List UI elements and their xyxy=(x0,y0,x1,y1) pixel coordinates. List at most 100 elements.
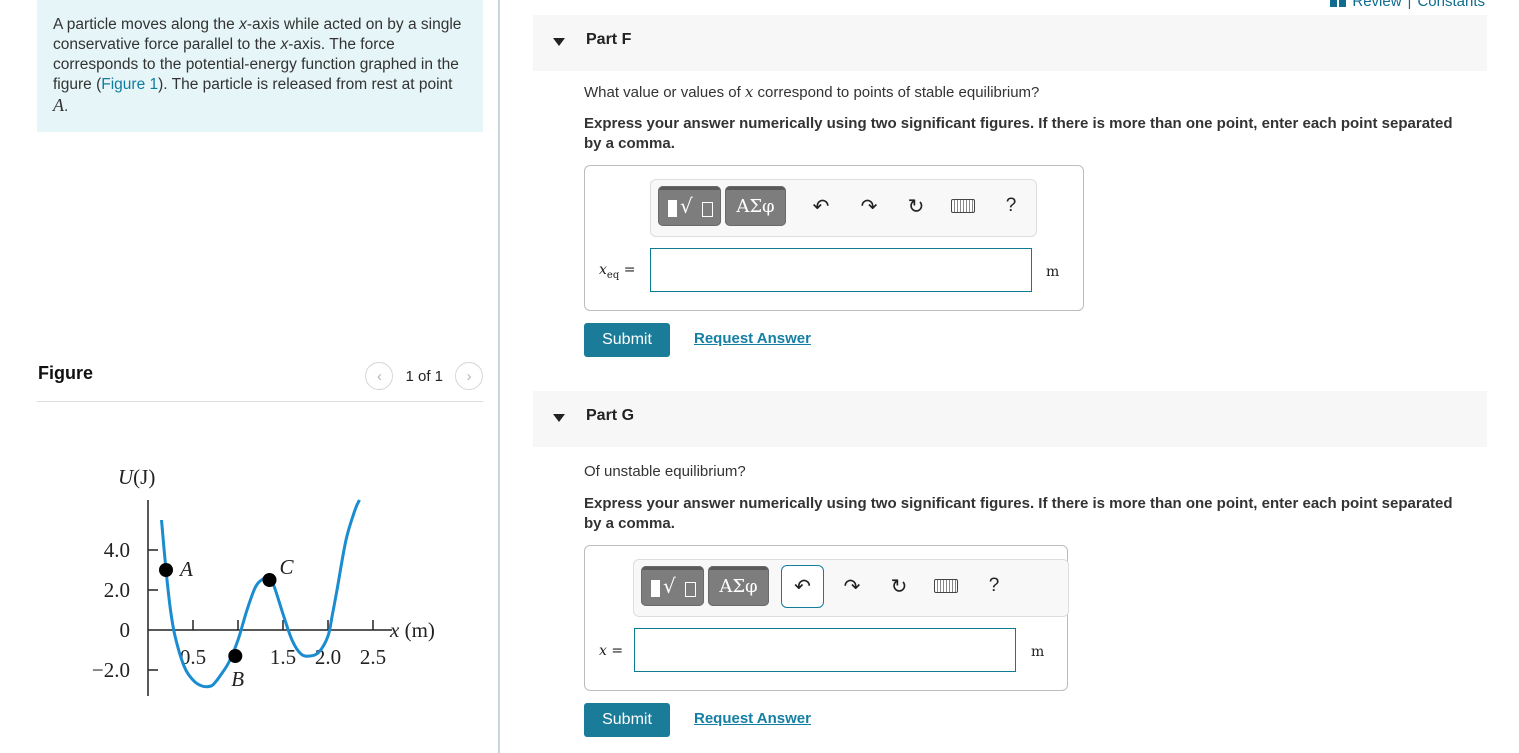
stable-equilibrium-input[interactable] xyxy=(650,248,1032,292)
potential-energy-graph: U(J) x (m) 4.02.00−2.0 0.5 1.5 2.0 2.5 ABC xyxy=(92,465,435,696)
y-tick-label: 0 xyxy=(120,618,131,642)
redo-button[interactable]: ↷ xyxy=(849,186,889,226)
left-panel: A particle moves along the x-axis while … xyxy=(0,0,498,753)
undo-button[interactable]: ↶ xyxy=(801,186,841,226)
equals-sign: = xyxy=(623,262,636,278)
y-tick-label: 2.0 xyxy=(104,578,130,602)
part-g-title: Part G xyxy=(586,407,635,424)
keyboard-icon xyxy=(934,579,958,593)
part-g-instruction: Express your answer numerically using tw… xyxy=(584,495,1453,532)
reset-icon: ↻ xyxy=(907,195,925,218)
template-box-icon xyxy=(668,200,677,217)
radical-icon: √ xyxy=(680,194,693,218)
part-g-submit-button[interactable]: Submit xyxy=(584,703,670,737)
template-box-icon xyxy=(651,580,660,597)
y-axis-label: U(J) xyxy=(118,465,155,489)
part-g-request-answer-link[interactable]: Request Answer xyxy=(694,710,811,727)
part-f-header[interactable]: Part F xyxy=(533,15,1487,71)
y-tick-label: −2.0 xyxy=(92,658,130,682)
question-text: correspond to points of stable equilibri… xyxy=(753,84,1040,101)
figure-header: Figure ‹ 1 of 1 › xyxy=(37,360,483,402)
panel-divider[interactable] xyxy=(498,0,500,753)
review-constants-links: Review | Constants xyxy=(1330,0,1485,10)
problem-intro: A particle moves along the x-axis while … xyxy=(37,0,483,132)
redo-button[interactable]: ↷ xyxy=(832,566,872,606)
point-label-b: B xyxy=(231,667,244,691)
var-subscript: eq xyxy=(606,269,620,281)
greek-label: ΑΣφ xyxy=(719,575,758,597)
part-f-question: What value or values of x correspond to … xyxy=(584,83,1039,101)
y-label-unit: (J) xyxy=(133,465,155,489)
next-figure-button[interactable]: › xyxy=(455,362,483,390)
reset-button[interactable]: ↻ xyxy=(879,566,919,606)
undo-button[interactable]: ↶ xyxy=(781,565,824,608)
chevron-left-icon: ‹ xyxy=(376,367,382,385)
x-axis-label: x (m) xyxy=(389,618,435,642)
help-icon: ? xyxy=(988,575,1000,596)
radical-icon: √ xyxy=(663,574,676,598)
collapse-triangle-icon xyxy=(553,414,565,422)
keyboard-button[interactable] xyxy=(943,186,983,226)
intro-text: ). The particle is released from rest at… xyxy=(158,76,453,93)
undo-icon: ↶ xyxy=(812,195,830,218)
part-f-instruction: Express your answer numerically using tw… xyxy=(584,115,1453,152)
reset-icon: ↻ xyxy=(890,575,908,598)
unit-label: m xyxy=(1031,644,1045,660)
math-toolbar: √ ΑΣφ ↶ ↷ ↻ ? xyxy=(633,559,1069,617)
figure-link[interactable]: Figure 1 xyxy=(101,76,158,93)
greek-label: ΑΣφ xyxy=(736,195,775,217)
redo-icon: ↷ xyxy=(843,575,861,598)
constants-link[interactable]: Constants xyxy=(1417,0,1485,10)
part-g-header[interactable]: Part G xyxy=(533,391,1487,447)
part-f-request-answer-link[interactable]: Request Answer xyxy=(694,330,811,347)
unit-label: m xyxy=(1046,264,1060,280)
book-icon xyxy=(1330,0,1347,7)
greek-symbols-button[interactable]: ΑΣφ xyxy=(708,566,769,606)
labeled-points: A B C xyxy=(159,555,295,691)
math-toolbar: √ ΑΣφ ↶ ↷ ↻ ? xyxy=(650,179,1037,237)
part-f-answer-box: √ ΑΣφ ↶ ↷ ↻ ? xeq = m xyxy=(584,165,1084,311)
part-g-answer-box: √ ΑΣφ ↶ ↷ ↻ ? x = m xyxy=(584,545,1069,691)
chevron-right-icon: › xyxy=(466,367,472,385)
figure-page-count: 1 of 1 xyxy=(405,367,443,385)
figure-pager: ‹ 1 of 1 › xyxy=(365,362,483,390)
greek-symbols-button[interactable]: ΑΣφ xyxy=(725,186,786,226)
intro-var: x xyxy=(239,16,247,33)
intro-point: A xyxy=(53,95,64,115)
separator: | xyxy=(1407,0,1412,10)
keyboard-button[interactable] xyxy=(926,566,966,606)
reset-button[interactable]: ↻ xyxy=(896,186,936,226)
answer-variable-label: x = xyxy=(599,643,623,659)
x-ticks: 0.5 1.5 2.0 2.5 xyxy=(180,620,386,669)
point-c xyxy=(262,573,277,587)
y-tick-label: 4.0 xyxy=(104,538,130,562)
help-button[interactable]: ? xyxy=(991,186,1031,226)
template-slot-icon xyxy=(702,202,713,217)
review-link[interactable]: Review xyxy=(1352,0,1401,10)
point-b xyxy=(228,649,243,663)
templates-button[interactable]: √ xyxy=(641,566,704,606)
keyboard-icon xyxy=(951,199,975,213)
var-symbol: x xyxy=(599,643,607,659)
var-symbol: x xyxy=(599,262,607,278)
help-icon: ? xyxy=(1005,195,1017,216)
prev-figure-button[interactable]: ‹ xyxy=(365,362,394,390)
x-tick-label: 1.5 xyxy=(270,645,296,669)
x-tick-label: 2.0 xyxy=(315,645,341,669)
equals-sign: = xyxy=(611,643,624,659)
question-text: What value or values of xyxy=(584,84,745,101)
help-button[interactable]: ? xyxy=(974,566,1014,606)
redo-icon: ↷ xyxy=(860,195,878,218)
x-tick-label: 2.5 xyxy=(360,645,386,669)
undo-icon: ↶ xyxy=(794,576,811,598)
point-label-a: A xyxy=(178,557,193,581)
x-label-unit: (m) xyxy=(399,618,435,642)
templates-button[interactable]: √ xyxy=(658,186,721,226)
point-a xyxy=(159,563,173,577)
template-slot-icon xyxy=(685,582,696,597)
answer-variable-label: xeq = xyxy=(599,262,635,281)
part-g-question: Of unstable equilibrium? xyxy=(584,463,746,480)
unstable-equilibrium-input[interactable] xyxy=(634,628,1016,672)
part-f-submit-button[interactable]: Submit xyxy=(584,323,670,357)
intro-text: A particle moves along the xyxy=(53,16,240,33)
